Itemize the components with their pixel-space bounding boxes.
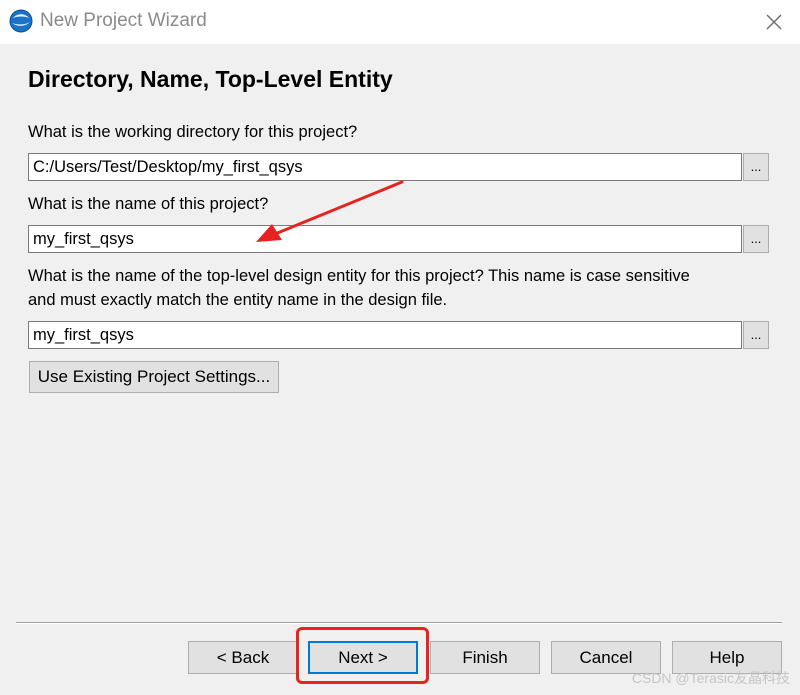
new-project-wizard-window: New Project Wizard Directory, Name, Top-… bbox=[0, 0, 800, 695]
title-bar: New Project Wizard bbox=[0, 0, 800, 44]
directory-prompt: What is the working directory for this p… bbox=[28, 123, 358, 141]
directory-browse-button[interactable]: ... bbox=[743, 153, 769, 181]
project-name-field[interactable] bbox=[28, 225, 742, 253]
window-title: New Project Wizard bbox=[40, 10, 207, 31]
finish-button[interactable]: Finish bbox=[430, 641, 540, 674]
page-heading: Directory, Name, Top-Level Entity bbox=[28, 66, 393, 92]
watermark: CSDN @Terasic友晶科技 bbox=[631, 670, 790, 686]
entity-prompt-line1: What is the name of the top-level design… bbox=[28, 267, 690, 285]
name-browse-button[interactable]: ... bbox=[743, 225, 769, 253]
entity-browse-button[interactable]: ... bbox=[743, 321, 769, 349]
name-prompt: What is the name of this project? bbox=[28, 195, 269, 213]
use-existing-settings-button[interactable]: Use Existing Project Settings... bbox=[29, 361, 279, 393]
footer-separator bbox=[16, 622, 782, 624]
entity-prompt-line2: and must exactly match the entity name i… bbox=[28, 291, 448, 309]
next-button[interactable]: Next > bbox=[308, 641, 418, 674]
back-button[interactable]: < Back bbox=[188, 641, 298, 674]
quartus-globe-icon bbox=[9, 9, 33, 33]
directory-field[interactable] bbox=[28, 153, 742, 181]
top-level-entity-field[interactable] bbox=[28, 321, 742, 349]
close-icon[interactable] bbox=[760, 8, 788, 36]
